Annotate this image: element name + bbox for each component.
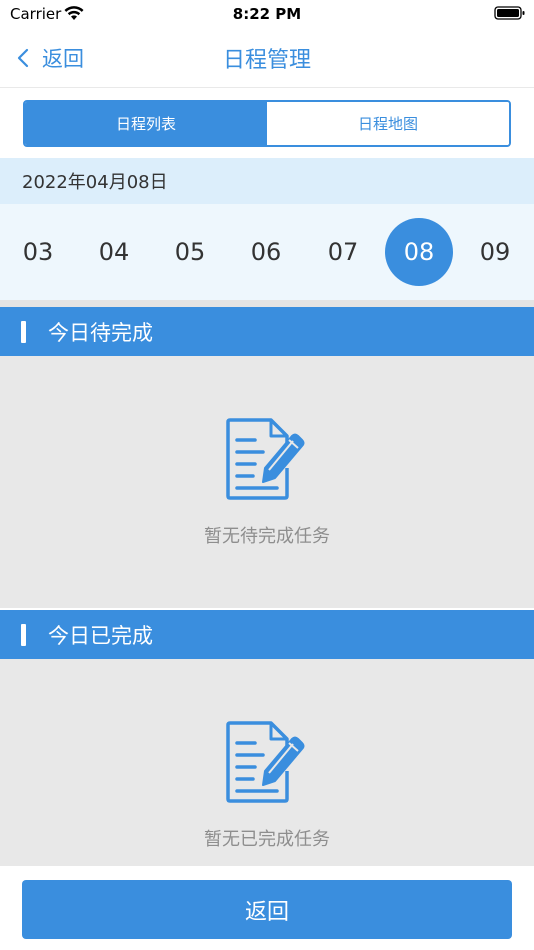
section-body-completed: 暂无已完成任务 bbox=[0, 659, 534, 866]
document-edit-icon bbox=[226, 721, 305, 803]
chevron-left-icon bbox=[17, 48, 29, 68]
return-button[interactable]: 返回 bbox=[22, 880, 512, 939]
day-item[interactable]: 04 bbox=[80, 218, 148, 286]
status-bar: Carrier 8:22 PM bbox=[0, 0, 534, 30]
empty-state-text-completed: 暂无已完成任务 bbox=[204, 829, 330, 850]
back-link[interactable]: 返回 bbox=[14, 40, 84, 76]
day-item-selected[interactable]: 08 bbox=[385, 218, 453, 286]
back-link-label: 返回 bbox=[42, 47, 84, 71]
section-body-pending: 暂无待完成任务 bbox=[0, 356, 534, 608]
section-header-completed: 今日已完成 bbox=[0, 610, 534, 659]
status-time: 8:22 PM bbox=[232, 5, 302, 23]
document-edit-icon bbox=[226, 418, 305, 500]
section-title-completed: 今日已完成 bbox=[48, 623, 153, 648]
tab-schedule-map[interactable]: 日程地图 bbox=[267, 102, 509, 145]
day-item[interactable]: 06 bbox=[232, 218, 300, 286]
day-item[interactable]: 09 bbox=[461, 218, 529, 286]
section-bar-marker bbox=[21, 320, 26, 343]
day-selector: 03 04 05 06 07 08 09 bbox=[0, 204, 534, 300]
view-segmented-control: 日程列表 日程地图 bbox=[23, 100, 511, 147]
selected-date-header: 2022年04月08日 bbox=[0, 158, 534, 204]
day-item[interactable]: 05 bbox=[156, 218, 224, 286]
section-bar-marker bbox=[21, 623, 26, 646]
navigation-bar: 返回 日程管理 bbox=[0, 30, 534, 88]
battery-icon bbox=[494, 6, 525, 20]
day-item[interactable]: 07 bbox=[309, 218, 377, 286]
section-header-pending: 今日待完成 bbox=[0, 307, 534, 356]
day-item[interactable]: 03 bbox=[4, 218, 72, 286]
empty-state-text-pending: 暂无待完成任务 bbox=[204, 526, 330, 547]
tab-schedule-list[interactable]: 日程列表 bbox=[25, 102, 267, 145]
divider bbox=[0, 300, 534, 307]
section-title-pending: 今日待完成 bbox=[48, 320, 153, 345]
bottom-action-area: 返回 bbox=[0, 866, 534, 950]
